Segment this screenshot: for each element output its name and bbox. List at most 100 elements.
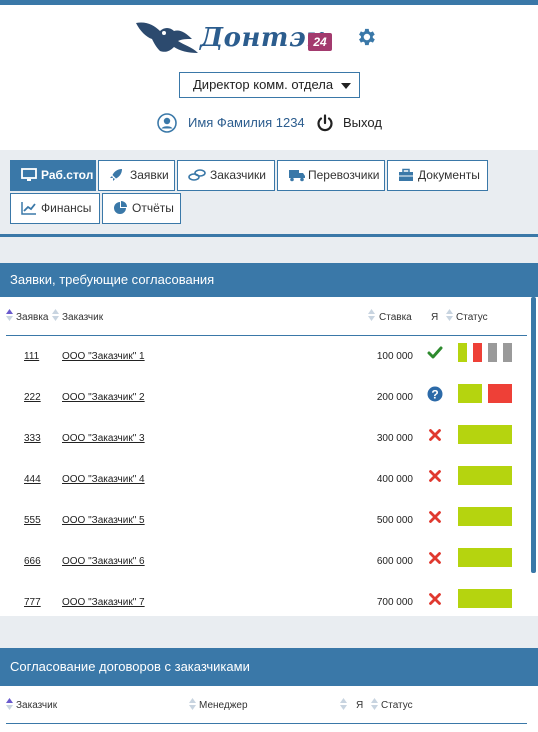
rate-value: 600 000 [376, 556, 413, 567]
tab-label: Отчёты [132, 201, 174, 215]
table-row[interactable]: 555 ООО "Заказчик" 5 500 000 [0, 507, 530, 556]
tab-label: Финансы [41, 201, 92, 215]
truck-icon [289, 170, 305, 182]
column-header-manager[interactable]: Менеджер [199, 700, 248, 711]
request-number-link[interactable]: 666 [24, 556, 41, 567]
logo-text: Донтэк [200, 23, 325, 53]
rate-value: 500 000 [376, 515, 413, 526]
sort-asc-icon[interactable] [6, 309, 13, 321]
tab-label: Документы [418, 168, 480, 182]
table-row[interactable]: 222 ООО "Заказчик" 2 200 000? [0, 384, 530, 433]
tab-desktop[interactable]: Раб.стол [10, 160, 96, 191]
table-row[interactable]: 666 ООО "Заказчик" 6 600 000 [0, 548, 530, 597]
power-icon [317, 114, 333, 132]
status-indicator [473, 343, 482, 362]
status-indicator [458, 507, 512, 526]
contracts-panel: Согласование договоров с заказчиками Зак… [0, 648, 538, 732]
rate-value: 100 000 [376, 351, 413, 362]
customer-link[interactable]: ООО "Заказчик" 5 [62, 515, 145, 526]
header-divider [6, 335, 527, 336]
table-row[interactable]: 444 ООО "Заказчик" 4 400 000 [0, 466, 530, 515]
monitor-icon [21, 168, 37, 181]
sort-icon[interactable] [368, 309, 375, 321]
tab-label: Заказчики [210, 168, 266, 182]
line-chart-icon [21, 202, 36, 215]
tab-label: Перевозчики [308, 168, 380, 182]
sort-icon[interactable] [189, 698, 196, 710]
status-indicator [458, 589, 512, 608]
column-header-rate[interactable]: Ставка [379, 312, 412, 323]
logo-badge: 24 [308, 33, 332, 51]
rate-value: 300 000 [376, 433, 413, 444]
status-indicator [458, 425, 512, 444]
request-number-link[interactable]: 777 [24, 597, 41, 608]
tab-label: Раб.стол [41, 168, 94, 182]
panel-title: Согласование договоров с заказчиками [0, 648, 538, 686]
request-number-link[interactable]: 111 [24, 351, 39, 362]
tab-reports[interactable]: Отчёты [102, 193, 181, 224]
rate-value: 400 000 [376, 474, 413, 485]
table-row[interactable]: 777 ООО "Заказчик" 7 700 000 [0, 589, 530, 638]
user-avatar-icon [157, 113, 177, 133]
request-number-link[interactable]: 222 [24, 392, 41, 403]
role-select-value: Директор комм. отдела [193, 77, 334, 92]
gear-icon[interactable] [355, 26, 377, 48]
tab-customers[interactable]: Заказчики [177, 160, 275, 191]
column-header-status[interactable]: Статус [456, 312, 488, 323]
status-indicator [488, 384, 512, 403]
header: Донтэк 24 Директор комм. отдела Имя Фами… [0, 5, 538, 150]
cross-icon[interactable] [427, 591, 443, 607]
column-header-me[interactable]: Я [356, 700, 363, 711]
logo[interactable]: Донтэк 24 [134, 15, 334, 61]
sort-asc-icon[interactable] [6, 698, 13, 710]
main-nav: Раб.стол Заявки Заказчики Перевозчики До… [0, 150, 538, 237]
status-indicator [458, 466, 512, 485]
tab-documents[interactable]: Документы [387, 160, 488, 191]
status-indicator [458, 343, 467, 362]
svg-text:?: ? [431, 387, 438, 401]
header-divider [6, 723, 527, 724]
sort-icon[interactable] [446, 309, 453, 321]
table-row[interactable]: 111 ООО "Заказчик" 1 100 000 [0, 343, 530, 392]
rate-value: 700 000 [376, 597, 413, 608]
rocket-icon [110, 169, 122, 181]
requests-panel: Заявки, требующие согласования Заявка За… [0, 263, 538, 616]
status-indicator [458, 384, 482, 403]
user-name: Имя Фамилия 1234 [188, 115, 305, 130]
request-number-link[interactable]: 444 [24, 474, 41, 485]
scrollbar[interactable] [531, 297, 536, 573]
status-indicator [503, 343, 512, 362]
eagle-logo-icon [136, 22, 198, 53]
customer-link[interactable]: ООО "Заказчик" 7 [62, 597, 145, 608]
request-number-link[interactable]: 555 [24, 515, 41, 526]
sort-icon[interactable] [371, 698, 378, 710]
column-header-status[interactable]: Статус [381, 700, 413, 711]
question-icon[interactable]: ? [427, 386, 443, 402]
sort-icon[interactable] [52, 309, 59, 321]
tab-carriers[interactable]: Перевозчики [277, 160, 385, 191]
panel-title: Заявки, требующие согласования [0, 263, 538, 297]
cross-icon[interactable] [427, 509, 443, 525]
column-header-customer[interactable]: Заказчик [16, 700, 57, 711]
customer-link[interactable]: ООО "Заказчик" 6 [62, 556, 145, 567]
customer-link[interactable]: ООО "Заказчик" 2 [62, 392, 145, 403]
column-header-customer[interactable]: Заказчик [62, 312, 103, 323]
customer-link[interactable]: ООО "Заказчик" 1 [62, 351, 145, 362]
tab-finance[interactable]: Финансы [10, 193, 100, 224]
role-select[interactable]: Директор комм. отдела [179, 72, 360, 98]
sort-icon[interactable] [340, 698, 347, 710]
customer-link[interactable]: ООО "Заказчик" 4 [62, 474, 145, 485]
tab-requests[interactable]: Заявки [98, 160, 175, 191]
column-header-me[interactable]: Я [431, 312, 438, 323]
table-row[interactable]: 333 ООО "Заказчик" 3 300 000 [0, 425, 530, 474]
cross-icon[interactable] [427, 550, 443, 566]
rate-value: 200 000 [376, 392, 413, 403]
coins-icon [188, 169, 206, 181]
customer-link[interactable]: ООО "Заказчик" 3 [62, 433, 145, 444]
request-number-link[interactable]: 333 [24, 433, 41, 444]
cross-icon[interactable] [427, 427, 443, 443]
cross-icon[interactable] [427, 468, 443, 484]
check-icon[interactable] [427, 345, 443, 361]
logout-label: Выход [343, 115, 382, 130]
column-header-request[interactable]: Заявка [16, 312, 49, 323]
